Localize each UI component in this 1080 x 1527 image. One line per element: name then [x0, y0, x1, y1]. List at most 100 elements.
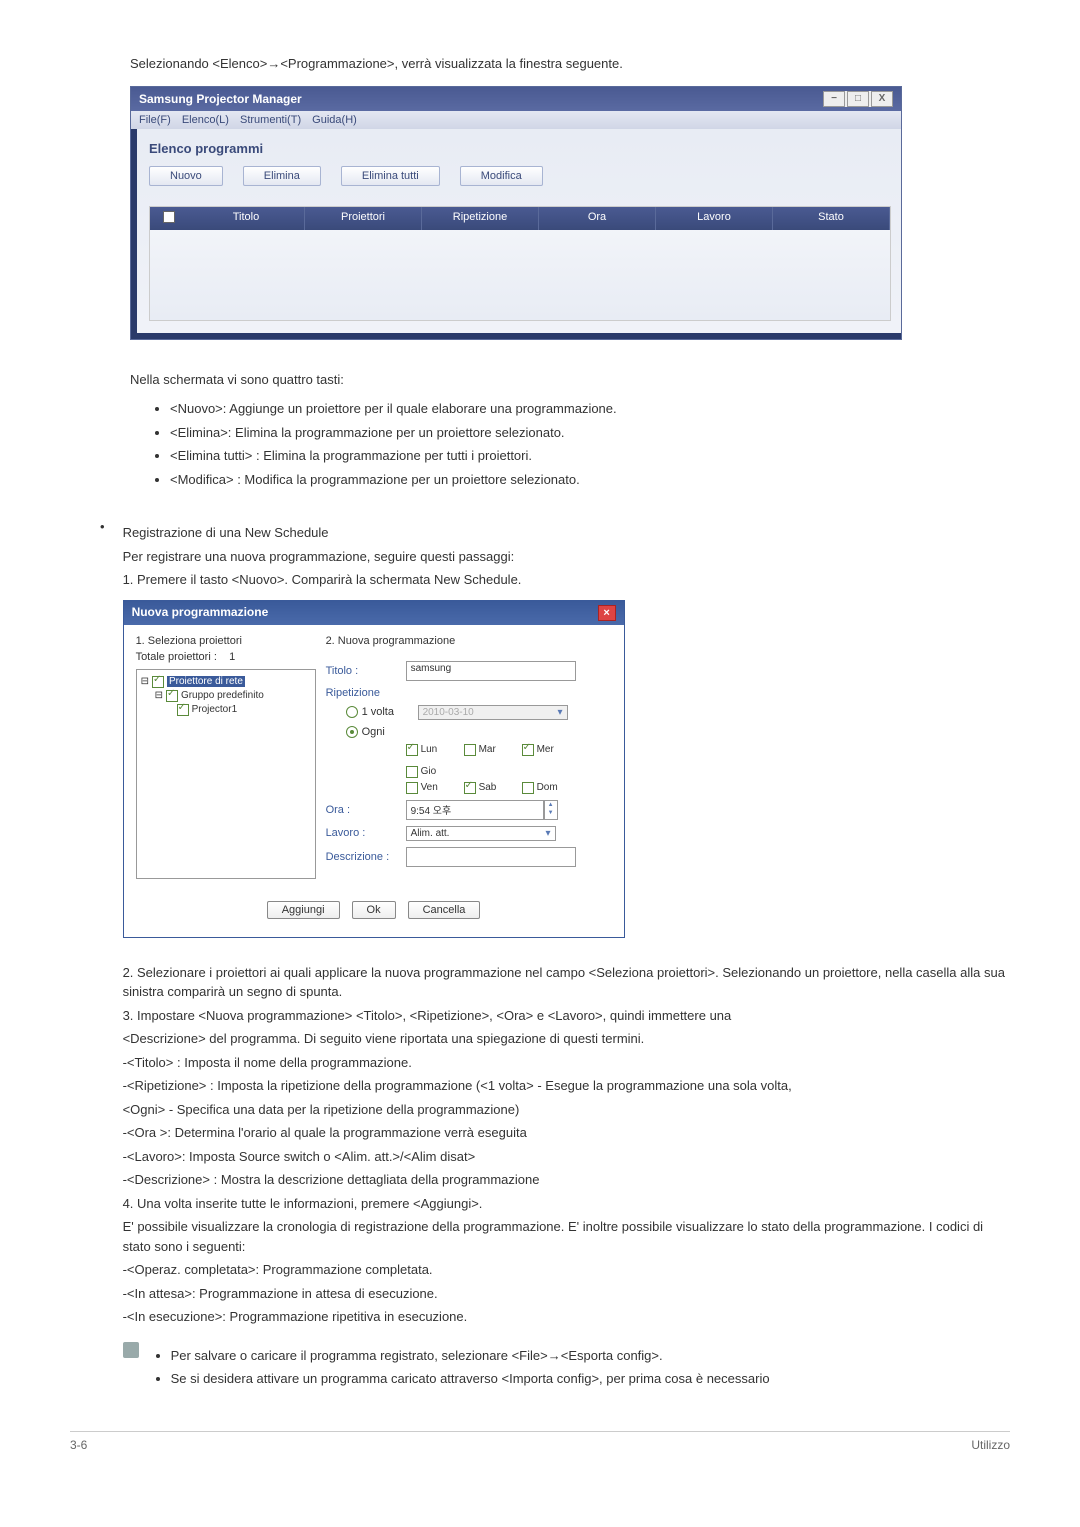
registration-p1: Per registrare una nuova programmazione,…: [123, 547, 1010, 567]
maximize-button[interactable]: □: [847, 91, 869, 107]
section-title: Elenco programmi: [149, 141, 889, 156]
radio-ogni-label: Ogni: [362, 726, 385, 738]
aggiungi-button[interactable]: Aggiungi: [267, 901, 340, 919]
projector-tree[interactable]: ⊟Proiettore di rete ⊟Gruppo predefinito …: [136, 669, 316, 879]
day-sab-checkbox[interactable]: [464, 782, 476, 794]
ora-input[interactable]: 9:54 오후: [406, 800, 544, 820]
day-sab: Sab: [479, 782, 497, 793]
select-all-checkbox[interactable]: [150, 207, 188, 230]
bullet-elimina-tutti: <Elimina tutti> : Elimina la programmazi…: [170, 446, 1010, 466]
menu-elenco[interactable]: Elenco(L): [182, 114, 229, 126]
elimina-button[interactable]: Elimina: [243, 166, 321, 186]
nuovo-button[interactable]: Nuovo: [149, 166, 223, 186]
desc-lavoro: -<Lavoro>: Imposta Source switch o <Alim…: [123, 1147, 1010, 1167]
tree-group[interactable]: Gruppo predefinito: [181, 690, 264, 701]
nuova-programmazione-dialog: Nuova programmazione × 1. Seleziona proi…: [123, 600, 625, 938]
ripetizione-label: Ripetizione: [326, 687, 406, 699]
col-ripetizione: Ripetizione: [422, 207, 539, 230]
descrizione-input[interactable]: [406, 847, 576, 867]
footer-section-name: Utilizzo: [971, 1438, 1010, 1452]
bullet-nuovo: <Nuovo>: Aggiunge un proiettore per il q…: [170, 399, 1010, 419]
col-titolo: Titolo: [188, 207, 305, 230]
menu-strumenti[interactable]: Strumenti(T): [240, 114, 301, 126]
spin-down-icon[interactable]: ▼: [545, 809, 557, 817]
radio-1volta[interactable]: [346, 706, 358, 718]
totale-label: Totale proiettori :: [136, 651, 217, 663]
titolo-input[interactable]: samsung: [406, 661, 576, 681]
program-table: Titolo Proiettori Ripetizione Ora Lavoro…: [149, 206, 891, 321]
window-controls: − □ X: [823, 91, 893, 107]
col-proiettori: Proiettori: [305, 207, 422, 230]
close-button[interactable]: X: [871, 91, 893, 107]
ora-label: Ora :: [326, 804, 406, 816]
titolo-label: Titolo :: [326, 665, 406, 677]
minimize-button[interactable]: −: [823, 91, 845, 107]
desc-ora: -<Ora >: Determina l'orario al quale la …: [123, 1123, 1010, 1143]
col-stato: Stato: [773, 207, 890, 230]
modifica-button[interactable]: Modifica: [460, 166, 543, 186]
caret-icon: ▾: [546, 828, 551, 839]
note-icon: [123, 1342, 139, 1358]
day-gio: Gio: [421, 766, 437, 777]
registration-heading: Registrazione di una New Schedule: [123, 523, 1010, 543]
footer-page-number: 3-6: [70, 1438, 87, 1452]
elimina-tutti-button[interactable]: Elimina tutti: [341, 166, 440, 186]
radio-1volta-label: 1 volta: [362, 706, 418, 718]
history-text: E' possibile visualizzare la cronologia …: [123, 1217, 1010, 1256]
day-mer: Mer: [537, 744, 554, 755]
bullet-modifica: <Modifica> : Modifica la programmazione …: [170, 470, 1010, 490]
cancella-button[interactable]: Cancella: [408, 901, 481, 919]
time-spinner[interactable]: ▲ ▼: [544, 800, 558, 820]
day-ven: Ven: [421, 782, 438, 793]
day-dom-checkbox[interactable]: [522, 782, 534, 794]
section1-label: 1. Seleziona proiettori: [136, 635, 316, 647]
intro-text: Selezionando <Elenco>→<Programmazione>, …: [130, 54, 1010, 74]
spin-up-icon[interactable]: ▲: [545, 801, 557, 809]
day-mar: Mar: [479, 744, 496, 755]
day-ven-checkbox[interactable]: [406, 782, 418, 794]
dialog-titlebar: Nuova programmazione ×: [124, 601, 624, 625]
window-title: Samsung Projector Manager: [139, 92, 302, 106]
status-esecuzione: -<In esecuzione>: Programmazione ripetit…: [123, 1307, 1010, 1327]
day-mer-checkbox[interactable]: [522, 744, 534, 756]
bullet-elimina: <Elimina>: Elimina la programmazione per…: [170, 423, 1010, 443]
note-1: Per salvare o caricare il programma regi…: [171, 1346, 770, 1366]
desc-ogni: <Ogni> - Specifica una data per la ripet…: [123, 1100, 1010, 1120]
tasti-intro: Nella schermata vi sono quattro tasti:: [130, 370, 1010, 390]
ok-button[interactable]: Ok: [352, 901, 396, 919]
radio-ogni[interactable]: [346, 726, 358, 738]
tree-root-checkbox[interactable]: [152, 676, 164, 688]
col-lavoro: Lavoro: [656, 207, 773, 230]
descrizione-label: Descrizione :: [326, 851, 406, 863]
tree-item[interactable]: Projector1: [192, 704, 238, 715]
status-attesa: -<In attesa>: Programmazione in attesa d…: [123, 1284, 1010, 1304]
note-2: Se si desidera attivare un programma car…: [171, 1369, 770, 1389]
dialog-close-button[interactable]: ×: [598, 605, 616, 621]
date-dropdown-disabled: 2010-03-10▾: [418, 705, 568, 720]
day-mar-checkbox[interactable]: [464, 744, 476, 756]
lavoro-dropdown[interactable]: Alim. att.▾: [406, 826, 556, 841]
registration-p2: 1. Premere il tasto <Nuovo>. Comparirà l…: [123, 570, 1010, 590]
tree-root[interactable]: Proiettore di rete: [167, 676, 245, 687]
menu-guida[interactable]: Guida(H): [312, 114, 357, 126]
totale-value: 1: [229, 651, 235, 663]
step4-text: 4. Una volta inserite tutte le informazi…: [123, 1194, 1010, 1214]
tree-item-checkbox[interactable]: [177, 704, 189, 716]
section2-label: 2. Nuova programmazione: [326, 635, 612, 647]
day-dom: Dom: [537, 782, 558, 793]
window-titlebar: Samsung Projector Manager − □ X: [131, 87, 901, 111]
desc-ripetizione: -<Ripetizione> : Imposta la ripetizione …: [123, 1076, 1010, 1096]
table-body-empty: [150, 230, 890, 320]
caret-icon: ▾: [558, 707, 563, 718]
menu-file[interactable]: File(F): [139, 114, 171, 126]
lavoro-label: Lavoro :: [326, 827, 406, 839]
desc-titolo: -<Titolo> : Imposta il nome della progra…: [123, 1053, 1010, 1073]
status-completata: -<Operaz. completata>: Programmazione co…: [123, 1260, 1010, 1280]
dialog-title: Nuova programmazione: [132, 605, 269, 621]
projector-manager-window: Samsung Projector Manager − □ X File(F) …: [130, 86, 902, 340]
day-lun-checkbox[interactable]: [406, 744, 418, 756]
day-gio-checkbox[interactable]: [406, 766, 418, 778]
tree-group-checkbox[interactable]: [166, 690, 178, 702]
desc-descrizione: -<Descrizione> : Mostra la descrizione d…: [123, 1170, 1010, 1190]
col-ora: Ora: [539, 207, 656, 230]
